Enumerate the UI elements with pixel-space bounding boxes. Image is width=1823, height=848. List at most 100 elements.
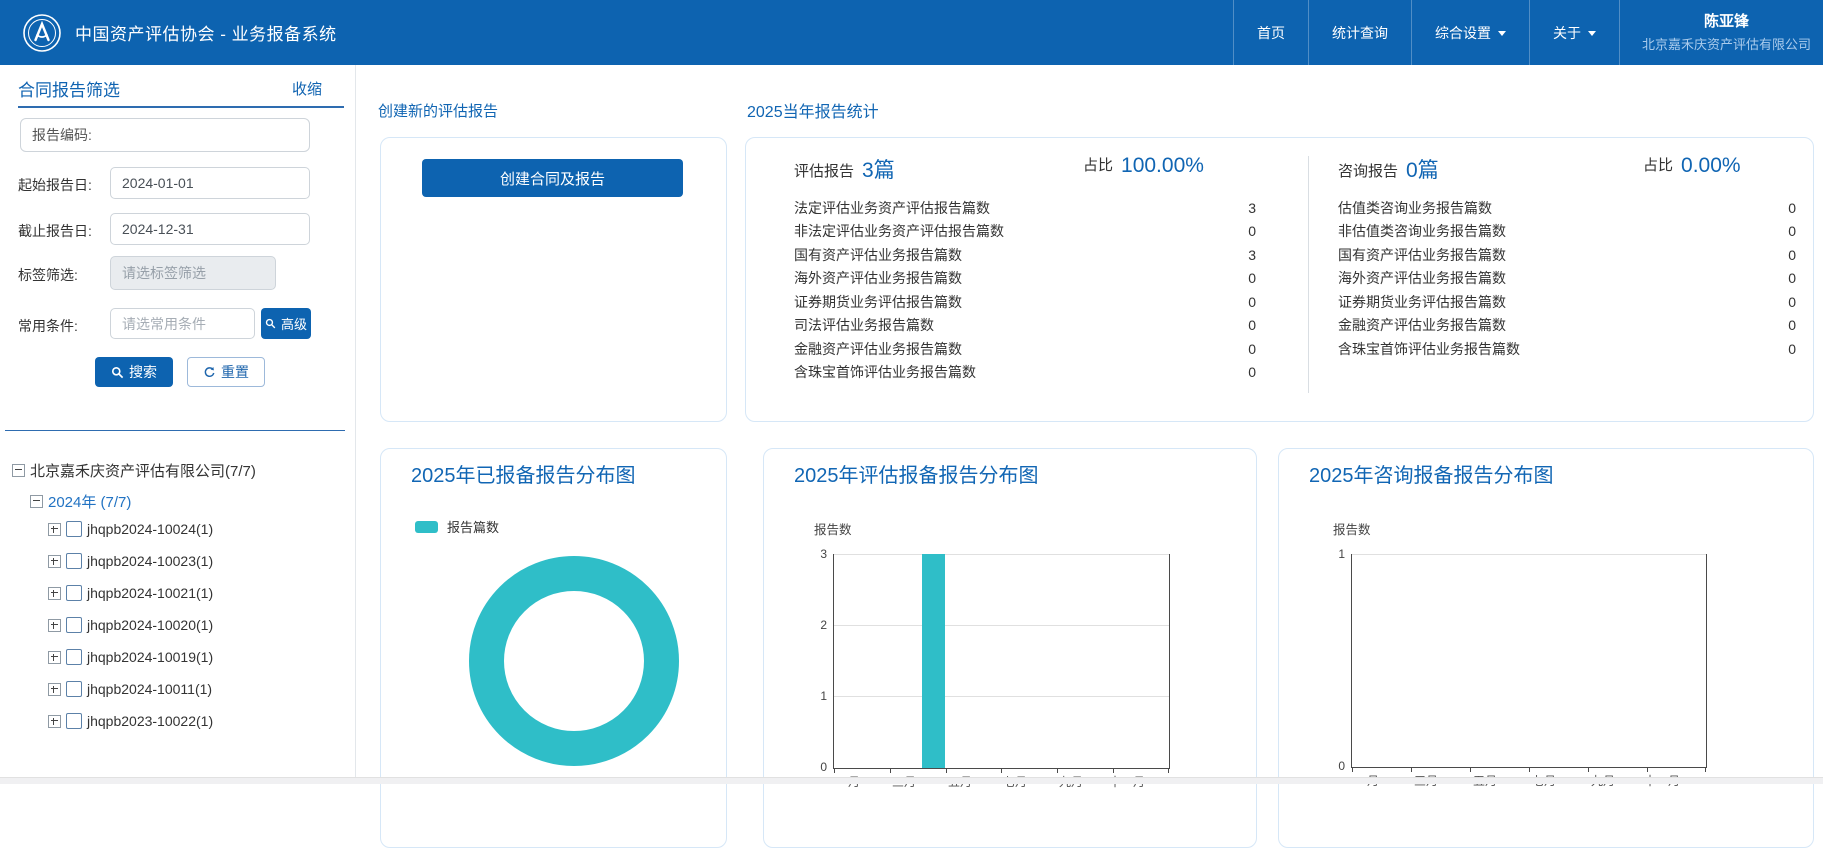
- tree-node-report[interactable]: jhqpb2024-10024(1): [48, 521, 213, 537]
- tree-node-report[interactable]: jhqpb2023-10022(1): [48, 713, 213, 729]
- tree-node-report[interactable]: jhqpb2024-10023(1): [48, 553, 213, 569]
- app-title: 中国资产评估协会 - 业务报备系统: [75, 20, 337, 45]
- stat-row: 非法定评估业务资产评估报告篇数0: [794, 220, 1256, 244]
- report-checkbox[interactable]: [66, 681, 82, 697]
- nav-home[interactable]: 首页: [1233, 0, 1308, 65]
- tree-node-report[interactable]: jhqpb2024-10011(1): [48, 681, 212, 697]
- stat-row: 国有资产评估业务报告篇数3: [794, 243, 1256, 267]
- create-report-card: 创建合同及报告: [380, 137, 727, 422]
- expand-plus-icon[interactable]: [48, 555, 61, 568]
- reset-button[interactable]: 重置: [187, 357, 265, 387]
- common-condition-input[interactable]: 请选常用条件: [110, 308, 255, 339]
- user-name: 陈亚锋: [1704, 13, 1749, 31]
- report-checkbox[interactable]: [66, 585, 82, 601]
- refresh-icon: [203, 366, 216, 379]
- chart-title: 2025年已报备报告分布图: [411, 459, 636, 488]
- assessment-report-header: 评估报告 3篇: [794, 154, 895, 184]
- chart-title: 2025年评估报备报告分布图: [794, 459, 1039, 488]
- assessment-stat-rows: 法定评估业务资产评估报告篇数3 非法定评估业务资产评估报告篇数0 国有资产评估业…: [794, 196, 1256, 384]
- y-axis-label: 报告数: [814, 519, 852, 538]
- create-section-title: 创建新的评估报告: [378, 100, 498, 121]
- collapse-link[interactable]: 收缩: [292, 78, 322, 99]
- report-checkbox[interactable]: [66, 617, 82, 633]
- search-button[interactable]: 搜索: [95, 357, 173, 387]
- assessment-ratio: 占比 100.00%: [1083, 154, 1204, 178]
- expand-plus-icon[interactable]: [48, 523, 61, 536]
- filed-reports-donut-card: 2025年已报备报告分布图 报告篇数: [380, 448, 727, 848]
- consulting-stat-rows: 估值类咨询业务报告篇数0 非估值类咨询业务报告篇数0 国有资产评估业务报告篇数0…: [1338, 196, 1796, 361]
- bar-chart-plot: 3 2 1 0 一月 三月 五月 七月 九月 十一月: [833, 554, 1170, 769]
- legend-label: 报告篇数: [447, 517, 499, 536]
- stat-row: 非估值类咨询业务报告篇数0: [1338, 220, 1796, 244]
- legend-swatch: [415, 521, 438, 533]
- tree-node-company[interactable]: 北京嘉禾庆资产评估有限公司(7/7): [12, 460, 256, 481]
- stat-row: 海外资产评估业务报告篇数0: [794, 267, 1256, 291]
- filter-sidebar: 合同报告筛选 收缩 报告编码: 起始报告日: 2024-01-01 截止报告日:…: [0, 65, 356, 783]
- end-date-label: 截止报告日:: [18, 221, 92, 241]
- nav-about[interactable]: 关于: [1529, 0, 1619, 65]
- expand-plus-icon[interactable]: [48, 715, 61, 728]
- search-icon: [265, 318, 276, 329]
- expand-plus-icon[interactable]: [48, 619, 61, 632]
- y-axis-label: 报告数: [1333, 519, 1371, 538]
- yearly-stats-card: 评估报告 3篇 占比 100.00% 法定评估业务资产评估报告篇数3 非法定评估…: [745, 137, 1814, 422]
- nav-settings[interactable]: 综合设置: [1411, 0, 1529, 65]
- report-checkbox[interactable]: [66, 553, 82, 569]
- assessment-reports-bar-card: 2025年评估报备报告分布图 报告数 3 2 1 0 一月 三月 五月 七月 九…: [763, 448, 1257, 848]
- tag-filter-label: 标签筛选:: [18, 265, 78, 285]
- collapse-minus-icon[interactable]: [30, 495, 43, 508]
- start-date-input[interactable]: 2024-01-01: [110, 167, 310, 199]
- stat-row: 含珠宝首饰评估业务报告篇数0: [1338, 337, 1796, 361]
- stat-row: 海外资产评估业务报告篇数0: [1338, 267, 1796, 291]
- report-code-input[interactable]: 报告编码:: [20, 118, 310, 152]
- divider: [5, 430, 345, 431]
- top-nav: 首页 统计查询 综合设置 关于 陈亚锋 北京嘉禾庆资产评估有限公司: [1233, 0, 1823, 65]
- tree-node-report[interactable]: jhqpb2024-10020(1): [48, 617, 213, 633]
- stat-row: 证券期货业务评估报告篇数0: [1338, 290, 1796, 314]
- collapse-minus-icon[interactable]: [12, 464, 25, 477]
- chart-title: 2025年咨询报备报告分布图: [1309, 459, 1554, 488]
- chart-legend[interactable]: 报告篇数: [415, 517, 499, 536]
- expand-plus-icon[interactable]: [48, 651, 61, 664]
- consulting-ratio: 占比 0.00%: [1643, 154, 1741, 178]
- sidebar-title: 合同报告筛选: [18, 76, 120, 101]
- donut-chart: [469, 556, 679, 766]
- end-date-input[interactable]: 2024-12-31: [110, 213, 310, 245]
- start-date-label: 起始报告日:: [18, 175, 92, 195]
- bar-april: [922, 554, 945, 768]
- user-company: 北京嘉禾庆资产评估有限公司: [1642, 34, 1811, 53]
- nav-statistics[interactable]: 统计查询: [1308, 0, 1411, 65]
- assessment-report-count: 3篇: [862, 154, 895, 184]
- create-contract-report-button[interactable]: 创建合同及报告: [422, 159, 683, 197]
- stat-row: 证券期货业务评估报告篇数0: [794, 290, 1256, 314]
- expand-plus-icon[interactable]: [48, 683, 61, 696]
- tag-filter-input[interactable]: 请选标签筛选: [110, 256, 276, 290]
- divider: [18, 106, 344, 108]
- bar-chart-plot: 1 0 一月 三月 五月 七月 九月 十一月: [1351, 554, 1707, 768]
- search-icon: [111, 366, 124, 379]
- consulting-report-count: 0篇: [1406, 154, 1439, 184]
- stat-row: 含珠宝首饰评估业务报告篇数0: [794, 361, 1256, 385]
- report-checkbox[interactable]: [66, 521, 82, 537]
- app-header: 中国资产评估协会 - 业务报备系统 首页 统计查询 综合设置 关于 陈亚锋 北京…: [0, 0, 1823, 65]
- tree-node-report[interactable]: jhqpb2024-10019(1): [48, 649, 213, 665]
- expand-plus-icon[interactable]: [48, 587, 61, 600]
- chevron-down-icon: [1498, 31, 1506, 36]
- report-checkbox[interactable]: [66, 713, 82, 729]
- stat-row: 司法评估业务报告篇数0: [794, 314, 1256, 338]
- advanced-button[interactable]: 高级: [261, 308, 311, 339]
- consulting-reports-bar-card: 2025年咨询报备报告分布图 报告数 1 0 一月 三月 五月 七月 九月 十一…: [1278, 448, 1814, 848]
- stats-section-title: 2025当年报告统计: [747, 98, 879, 122]
- association-logo-icon: [22, 13, 62, 53]
- consulting-report-header: 咨询报告 0篇: [1338, 154, 1439, 184]
- stat-row: 金融资产评估业务报告篇数0: [794, 337, 1256, 361]
- stat-row: 法定评估业务资产评估报告篇数3: [794, 196, 1256, 220]
- user-menu[interactable]: 陈亚锋 北京嘉禾庆资产评估有限公司: [1619, 0, 1823, 65]
- tree-node-year[interactable]: 2024年 (7/7): [30, 491, 131, 512]
- chevron-down-icon: [1588, 31, 1596, 36]
- stat-row: 估值类咨询业务报告篇数0: [1338, 196, 1796, 220]
- tree-node-report[interactable]: jhqpb2024-10021(1): [48, 585, 213, 601]
- report-checkbox[interactable]: [66, 649, 82, 665]
- common-condition-label: 常用条件:: [18, 316, 78, 336]
- stat-row: 国有资产评估业务报告篇数0: [1338, 243, 1796, 267]
